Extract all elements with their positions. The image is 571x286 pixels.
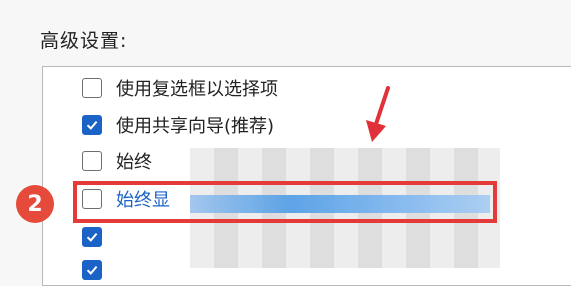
checkbox-checked-icon[interactable] [82, 227, 102, 247]
option-item-6[interactable] [82, 256, 102, 284]
option-item-5[interactable] [82, 223, 102, 251]
option-label: 使用共享向导(推荐) [116, 116, 275, 137]
highlight-box [73, 181, 497, 223]
checkbox-checked-icon[interactable] [82, 115, 102, 135]
advanced-settings-title: 高级设置: [40, 30, 128, 52]
option-use-checkboxes[interactable]: 使用复选框以选择项 [82, 74, 278, 102]
option-always-1[interactable]: 始终 [82, 147, 152, 175]
checkbox-checked-icon[interactable] [82, 260, 102, 280]
option-label: 始终 [116, 152, 152, 173]
checkbox-unchecked-icon[interactable] [82, 151, 102, 171]
option-label: 使用复选框以选择项 [116, 79, 278, 100]
option-sharing-wizard[interactable]: 使用共享向导(推荐) [82, 111, 274, 139]
arrow-icon [366, 86, 390, 142]
checkbox-unchecked-icon[interactable] [82, 78, 102, 98]
step-badge: 2 [16, 185, 54, 223]
